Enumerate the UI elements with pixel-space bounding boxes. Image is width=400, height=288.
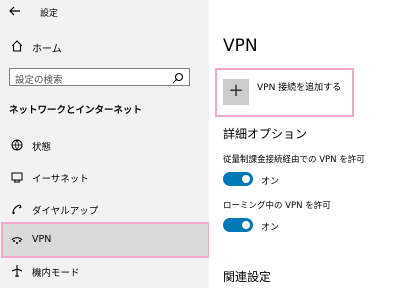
toggle-state-label: オン <box>261 177 280 187</box>
sidebar-item-status[interactable]: 状態 <box>0 132 209 158</box>
sidebar-item-label: 状態 <box>32 142 52 153</box>
sidebar-item-label: 機内モード <box>32 268 80 279</box>
main-panel: VPN + VPN 接続を追加する 詳細オプション 従量制課金接続経由での VP… <box>209 0 400 288</box>
ethernet-icon <box>10 170 24 184</box>
airplane-icon <box>10 264 24 278</box>
sidebar: 設定 ホーム 設定の検索 ネットワークとインターネット 状態 イーサネット ダイ… <box>0 0 210 288</box>
related-settings-title: 関連設定 <box>223 270 272 284</box>
title-bar: 設定 <box>0 0 209 24</box>
globe-status-icon <box>10 138 24 152</box>
sidebar-item-dialup[interactable]: ダイヤルアップ <box>0 196 209 222</box>
window-title: 設定 <box>40 9 59 19</box>
advanced-options-title: 詳細オプション <box>223 127 308 141</box>
plus-icon: + <box>228 80 244 101</box>
sidebar-item-airplane[interactable]: 機内モード <box>0 258 209 284</box>
roaming-vpn-toggle[interactable] <box>223 218 253 232</box>
toggle-state-label: オン <box>261 223 280 233</box>
search-input[interactable]: 設定の検索 <box>9 68 190 86</box>
dialup-icon <box>10 202 24 216</box>
option-metered-label: 従量制課金接続経由での VPN を許可 <box>223 155 365 165</box>
toggle-knob <box>242 175 250 183</box>
add-vpn-button[interactable]: + <box>223 79 249 105</box>
toggle-knob <box>242 221 250 229</box>
sidebar-item-label: ホーム <box>32 43 62 55</box>
sidebar-item-label: イーサネット <box>32 174 89 185</box>
sidebar-item-label: VPN <box>32 234 52 245</box>
sidebar-item-vpn[interactable]: VPN <box>0 227 209 253</box>
add-vpn-label[interactable]: VPN 接続を追加する <box>257 80 341 93</box>
sidebar-item-home[interactable]: ホーム <box>10 38 62 56</box>
section-title: ネットワークとインターネット <box>9 105 143 116</box>
home-icon <box>10 39 24 56</box>
sidebar-item-label: ダイヤルアップ <box>32 206 99 217</box>
metered-vpn-toggle[interactable] <box>223 172 253 186</box>
option-roaming-label: ローミング中の VPN を許可 <box>223 201 331 211</box>
sidebar-item-ethernet[interactable]: イーサネット <box>0 164 209 190</box>
search-icon[interactable] <box>171 70 185 84</box>
vpn-icon <box>10 233 24 247</box>
back-arrow-icon[interactable] <box>8 4 22 18</box>
page-title: VPN <box>223 36 258 56</box>
search-placeholder: 設定の検索 <box>15 75 63 86</box>
